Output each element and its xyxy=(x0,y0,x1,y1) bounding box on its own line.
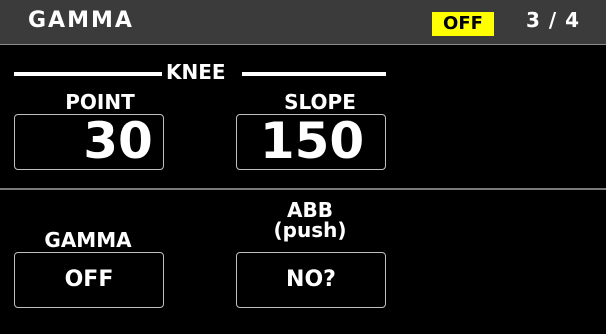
header-bar: GAMMA OFF 3 / 4 xyxy=(0,0,606,45)
point-value: 30 xyxy=(83,112,153,170)
knee-line-right xyxy=(242,72,386,76)
abb-label-line2: (push) xyxy=(273,218,347,242)
abb-value: NO? xyxy=(286,267,336,292)
status-badge: OFF xyxy=(432,12,494,36)
knee-line-left xyxy=(14,72,162,76)
point-label: POINT xyxy=(65,90,135,114)
slope-label: SLOPE xyxy=(284,90,356,114)
page-indicator: 3 / 4 xyxy=(526,8,581,32)
screen-title: GAMMA xyxy=(28,8,134,33)
section-divider xyxy=(0,188,606,190)
gamma-value: OFF xyxy=(64,267,114,292)
gamma-screen: GAMMA OFF 3 / 4 KNEE POINT 30 SLOPE 150 … xyxy=(0,0,606,334)
gamma-label: GAMMA xyxy=(44,228,132,252)
slope-value: 150 xyxy=(259,112,365,170)
knee-section-label: KNEE xyxy=(166,60,226,84)
